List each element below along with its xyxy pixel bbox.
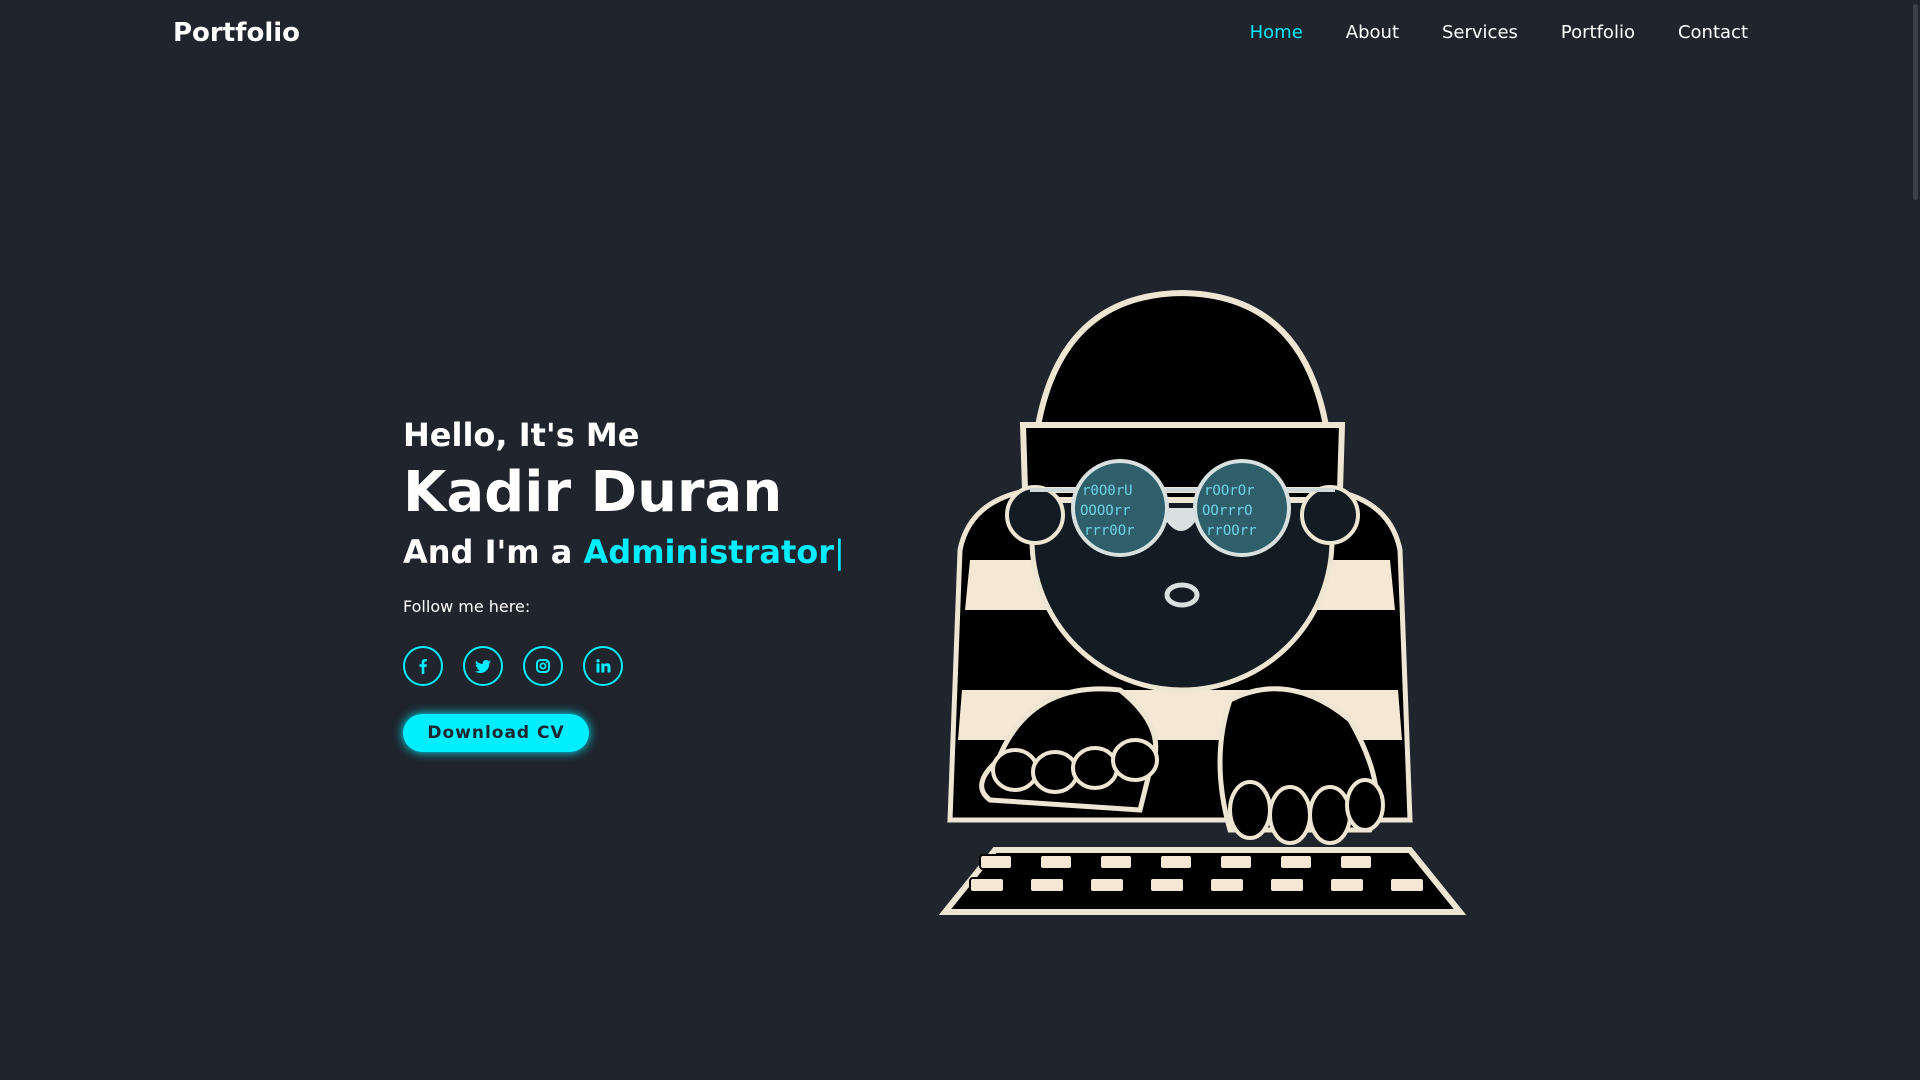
follow-label: Follow me here:: [403, 597, 531, 616]
social-links: [403, 646, 923, 686]
page-scrollbar[interactable]: [1911, 0, 1920, 1080]
main-nav: Home About Services Portfolio Contact: [1207, 22, 1748, 43]
typing-caret: |: [834, 533, 845, 571]
facebook-icon: [419, 659, 427, 674]
greeting: Hello, It's Me: [403, 416, 640, 454]
svg-text:rrr0Or: rrr0Or: [1084, 523, 1135, 539]
facebook-link[interactable]: [403, 646, 443, 686]
download-cv-button[interactable]: Download CV: [403, 714, 589, 752]
svg-text:OOOOrr: OOOOrr: [1080, 503, 1131, 519]
linkedin-icon: [596, 659, 611, 673]
twitter-icon: [475, 660, 491, 673]
instagram-link[interactable]: [523, 646, 563, 686]
svg-text:r0O0rU: r0O0rU: [1082, 483, 1133, 499]
twitter-link[interactable]: [463, 646, 503, 686]
nav-portfolio[interactable]: Portfolio: [1561, 22, 1635, 43]
scrollbar-thumb[interactable]: [1913, 4, 1918, 200]
role-prefix: And I'm a: [403, 533, 573, 571]
portfolio-page: Portfolio Home About Services Portfolio …: [0, 0, 1920, 1080]
nav-contact[interactable]: Contact: [1678, 22, 1748, 43]
instagram-icon: [536, 659, 550, 673]
nav-about[interactable]: About: [1346, 22, 1399, 43]
hero-content: Hello, It's Me Kadir Duran And I'm a Adm…: [403, 412, 923, 752]
logo-link[interactable]: Portfolio: [173, 18, 300, 48]
nav-home[interactable]: Home: [1250, 22, 1303, 43]
site-header: Portfolio Home About Services Portfolio …: [0, 0, 1920, 70]
nav-services[interactable]: Services: [1442, 22, 1518, 43]
hero-name: Kadir Duran: [403, 460, 783, 525]
linkedin-link[interactable]: [583, 646, 623, 686]
svg-text:rrOOrr: rrOOrr: [1206, 523, 1257, 539]
role-line: And I'm a Administrator|: [403, 528, 923, 576]
svg-text:OOrrrO: OOrrrO: [1202, 503, 1253, 519]
hacker-illustration: r0O0rU OOOOrr rrr0Or rOOrOr OOrrrO rrOOr…: [938, 290, 1467, 915]
svg-text:rOOrOr: rOOrOr: [1204, 483, 1255, 499]
role-text: Administrator: [583, 533, 835, 571]
